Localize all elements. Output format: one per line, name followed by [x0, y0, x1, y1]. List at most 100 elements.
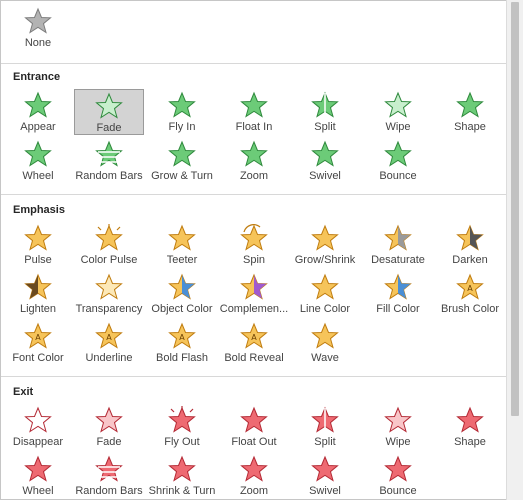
star-icon: A	[95, 322, 123, 349]
star-icon	[95, 140, 123, 167]
animation-label: Lighten	[19, 303, 57, 315]
star-icon	[311, 273, 339, 300]
animation-label: Shrink & Turn	[148, 485, 216, 497]
animation-label: Appear	[20, 121, 56, 133]
star-icon	[384, 140, 412, 167]
star-icon	[311, 224, 339, 251]
animation-label: Desaturate	[371, 254, 425, 266]
star-icon	[240, 224, 268, 251]
animation-label: Swivel	[309, 485, 341, 497]
animation-entrance-grow-turn[interactable]: Grow & Turn	[147, 138, 217, 184]
star-icon	[168, 406, 196, 433]
animation-entrance-wipe[interactable]: Wipe	[363, 89, 433, 135]
animation-label: Shape	[454, 436, 486, 448]
animation-exit-zoom[interactable]: Zoom	[219, 453, 289, 499]
animation-label: None	[24, 37, 52, 49]
animation-emphasis-bold-reveal[interactable]: A Bold Reveal	[219, 320, 289, 366]
animation-label: Spin	[242, 254, 266, 266]
animation-emphasis-grow-shrink[interactable]: Grow/Shrink	[290, 222, 360, 268]
animation-emphasis-desaturate[interactable]: Desaturate	[363, 222, 433, 268]
animation-label: Underline	[85, 352, 133, 364]
animation-emphasis-lighten[interactable]: Lighten	[3, 271, 73, 317]
animation-none[interactable]: None	[3, 5, 73, 51]
animation-entrance-wheel[interactable]: Wheel	[3, 138, 73, 184]
animation-emphasis-line-color[interactable]: Line Color	[290, 271, 360, 317]
animation-emphasis-wave[interactable]: Wave	[290, 320, 360, 366]
svg-text:A: A	[467, 284, 473, 293]
star-icon	[456, 406, 484, 433]
animation-label: Color Pulse	[80, 254, 138, 266]
animation-emphasis-font-color[interactable]: A Font Color	[3, 320, 73, 366]
animation-entrance-fade[interactable]: Fade	[74, 89, 144, 135]
animation-exit-fade[interactable]: Fade	[74, 404, 144, 450]
animation-exit-swivel[interactable]: Swivel	[290, 453, 360, 499]
animation-exit-split[interactable]: Split	[290, 404, 360, 450]
animation-label: Darken	[452, 254, 488, 266]
animation-label: Brush Color	[440, 303, 500, 315]
svg-text:A: A	[251, 333, 257, 342]
animation-label: Float Out	[231, 436, 277, 448]
scrollbar-thumb[interactable]	[511, 2, 519, 416]
animation-entrance-zoom[interactable]: Zoom	[219, 138, 289, 184]
animation-entrance-shape[interactable]: Shape	[435, 89, 505, 135]
animation-exit-float-out[interactable]: Float Out	[219, 404, 289, 450]
animation-label: Wipe	[385, 121, 411, 133]
animation-label: Fill Color	[376, 303, 420, 315]
star-icon	[311, 406, 339, 433]
animation-label: Bold Reveal	[224, 352, 284, 364]
animation-exit-wipe[interactable]: Wipe	[363, 404, 433, 450]
star-icon	[24, 224, 52, 251]
animation-emphasis-underline[interactable]: A Underline	[74, 320, 144, 366]
animation-label: Bounce	[379, 170, 417, 182]
animation-exit-disappear[interactable]: Disappear	[3, 404, 73, 450]
star-icon	[384, 406, 412, 433]
section-divider	[1, 376, 506, 377]
animation-entrance-random-bars[interactable]: Random Bars	[74, 138, 144, 184]
star-icon	[240, 406, 268, 433]
animation-entrance-bounce[interactable]: Bounce	[363, 138, 433, 184]
animation-entrance-swivel[interactable]: Swivel	[290, 138, 360, 184]
animation-label: Zoom	[239, 485, 269, 497]
animation-label: Grow/Shrink	[294, 254, 356, 266]
star-icon	[95, 273, 123, 300]
animation-emphasis-pulse[interactable]: Pulse	[3, 222, 73, 268]
animation-label: Grow & Turn	[151, 170, 213, 182]
animation-emphasis-spin[interactable]: Spin	[219, 222, 289, 268]
animation-label: Wheel	[22, 485, 54, 497]
animation-exit-random-bars[interactable]: Random Bars	[74, 453, 144, 499]
section-header-entrance: Entrance	[1, 66, 506, 88]
animation-label: Teeter	[166, 254, 198, 266]
animation-label: Wheel	[22, 170, 54, 182]
animation-exit-shrink-turn[interactable]: Shrink & Turn	[147, 453, 217, 499]
animation-entrance-float-in[interactable]: Float In	[219, 89, 289, 135]
animation-emphasis-color-pulse[interactable]: Color Pulse	[74, 222, 144, 268]
star-icon	[240, 91, 268, 118]
animation-label: Split	[314, 121, 336, 133]
star-icon	[24, 406, 52, 433]
animation-emphasis-fill-color[interactable]: Fill Color	[363, 271, 433, 317]
star-icon	[311, 455, 339, 482]
animation-emphasis-bold-flash[interactable]: A Bold Flash	[147, 320, 217, 366]
animation-entrance-split[interactable]: Split	[290, 89, 360, 135]
star-icon	[240, 140, 268, 167]
animation-emphasis-object-color[interactable]: Object Color	[147, 271, 217, 317]
star-icon: A	[24, 322, 52, 349]
animation-label: Random Bars	[75, 485, 143, 497]
animation-label: Bold Flash	[156, 352, 208, 364]
animation-exit-bounce[interactable]: Bounce	[363, 453, 433, 499]
animation-emphasis-transparency[interactable]: Transparency	[74, 271, 144, 317]
animation-emphasis-complemen[interactable]: Complemen...	[219, 271, 289, 317]
animation-exit-fly-out[interactable]: Fly Out	[147, 404, 217, 450]
animation-emphasis-teeter[interactable]: Teeter	[147, 222, 217, 268]
star-icon	[168, 224, 196, 251]
animation-emphasis-darken[interactable]: Darken	[435, 222, 505, 268]
animation-entrance-appear[interactable]: Appear	[3, 89, 73, 135]
animation-exit-shape[interactable]: Shape	[435, 404, 505, 450]
animation-emphasis-brush-color[interactable]: A Brush Color	[435, 271, 505, 317]
vertical-scrollbar[interactable]	[506, 0, 523, 500]
section-divider	[1, 63, 506, 64]
animation-exit-wheel[interactable]: Wheel	[3, 453, 73, 499]
star-icon	[240, 455, 268, 482]
animation-label: Fade	[96, 122, 122, 134]
animation-entrance-fly-in[interactable]: Fly In	[147, 89, 217, 135]
